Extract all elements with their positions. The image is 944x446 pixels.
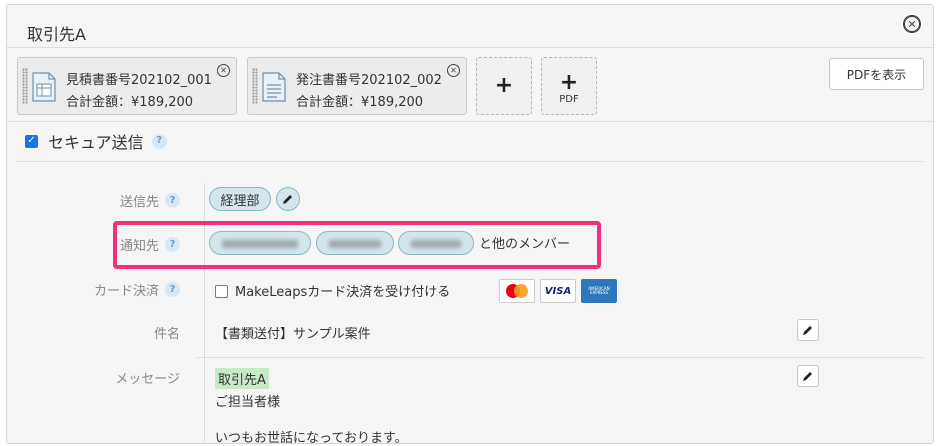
add-pdf-label: PDF bbox=[559, 94, 579, 105]
close-icon[interactable]: ✕ bbox=[903, 15, 921, 33]
message-line: ご担当者様 bbox=[215, 395, 281, 410]
subject-label: 件名 bbox=[153, 327, 180, 342]
pencil-icon bbox=[803, 372, 812, 381]
document-name: 見積書番号202102_001 bbox=[66, 73, 212, 88]
mastercard-icon bbox=[499, 279, 535, 303]
card-payment-text: MakeLeapsカード決済を受け付ける bbox=[235, 285, 451, 300]
plus-icon: + bbox=[494, 73, 514, 98]
secure-send-checkbox[interactable]: ✓ bbox=[25, 134, 38, 148]
amex-label: AMERICAN EXPRESS bbox=[588, 285, 610, 295]
plus-icon: + bbox=[559, 70, 579, 95]
send-dialog: 取引先A ✕ 見積書番号202102_001 合計金額：¥189,200 ✕ 発… bbox=[6, 4, 934, 446]
edit-recipient-button[interactable] bbox=[276, 187, 300, 211]
highlight-box bbox=[113, 221, 601, 269]
card-payment-label-text: カード決済 bbox=[93, 284, 159, 299]
recipient-label-text: 送信先 bbox=[119, 195, 159, 210]
visa-card-icon: VISA bbox=[540, 279, 576, 303]
divider bbox=[7, 121, 933, 122]
recipient-tag[interactable]: 経理部 bbox=[209, 187, 271, 211]
message-recipient-name: 取引先A bbox=[215, 368, 269, 389]
dialog-title: 取引先A bbox=[27, 25, 86, 44]
secure-send-row: ✓ セキュア送信 ? bbox=[25, 129, 167, 153]
divider bbox=[197, 357, 923, 358]
secure-send-label: セキュア送信 bbox=[48, 133, 144, 152]
edit-subject-button[interactable] bbox=[797, 319, 819, 341]
message-label: メッセージ bbox=[115, 372, 180, 387]
visa-label: VISA bbox=[544, 285, 572, 297]
divider bbox=[7, 47, 933, 48]
edit-message-button[interactable] bbox=[797, 365, 819, 387]
pencil-icon bbox=[803, 326, 812, 335]
help-icon[interactable]: ? bbox=[165, 282, 180, 297]
recipient-label: 送信先 ? bbox=[120, 191, 180, 210]
add-document-button[interactable]: + bbox=[476, 57, 532, 115]
card-payment-label: カード決済 ? bbox=[94, 280, 180, 299]
document-name: 発注書番号202102_002 bbox=[296, 73, 442, 88]
subject-value: 【書類送付】サンプル案件 bbox=[215, 327, 371, 342]
view-pdf-button[interactable]: PDFを表示 bbox=[829, 58, 924, 90]
card-payment-checkbox[interactable] bbox=[215, 285, 228, 298]
text-document-icon bbox=[262, 72, 286, 102]
spreadsheet-document-icon bbox=[32, 72, 56, 102]
remove-document-icon[interactable]: ✕ bbox=[217, 64, 230, 77]
divider bbox=[17, 161, 923, 162]
add-pdf-button[interactable]: + PDF bbox=[541, 57, 597, 115]
amex-card-icon: AMERICAN EXPRESS bbox=[581, 279, 617, 303]
remove-document-icon[interactable]: ✕ bbox=[447, 64, 460, 77]
document-total: 合計金額：¥189,200 bbox=[296, 95, 424, 110]
attached-document-card[interactable]: 見積書番号202102_001 合計金額：¥189,200 ✕ bbox=[17, 57, 237, 115]
drag-handle-icon[interactable] bbox=[252, 68, 258, 104]
attached-document-card[interactable]: 発注書番号202102_002 合計金額：¥189,200 ✕ bbox=[247, 57, 467, 115]
drag-handle-icon[interactable] bbox=[22, 68, 28, 104]
document-total: 合計金額：¥189,200 bbox=[66, 95, 194, 110]
help-icon[interactable]: ? bbox=[151, 133, 167, 149]
help-icon[interactable]: ? bbox=[165, 193, 180, 208]
message-line: いつもお世話になっております。 bbox=[215, 431, 408, 446]
pencil-icon bbox=[283, 195, 292, 204]
